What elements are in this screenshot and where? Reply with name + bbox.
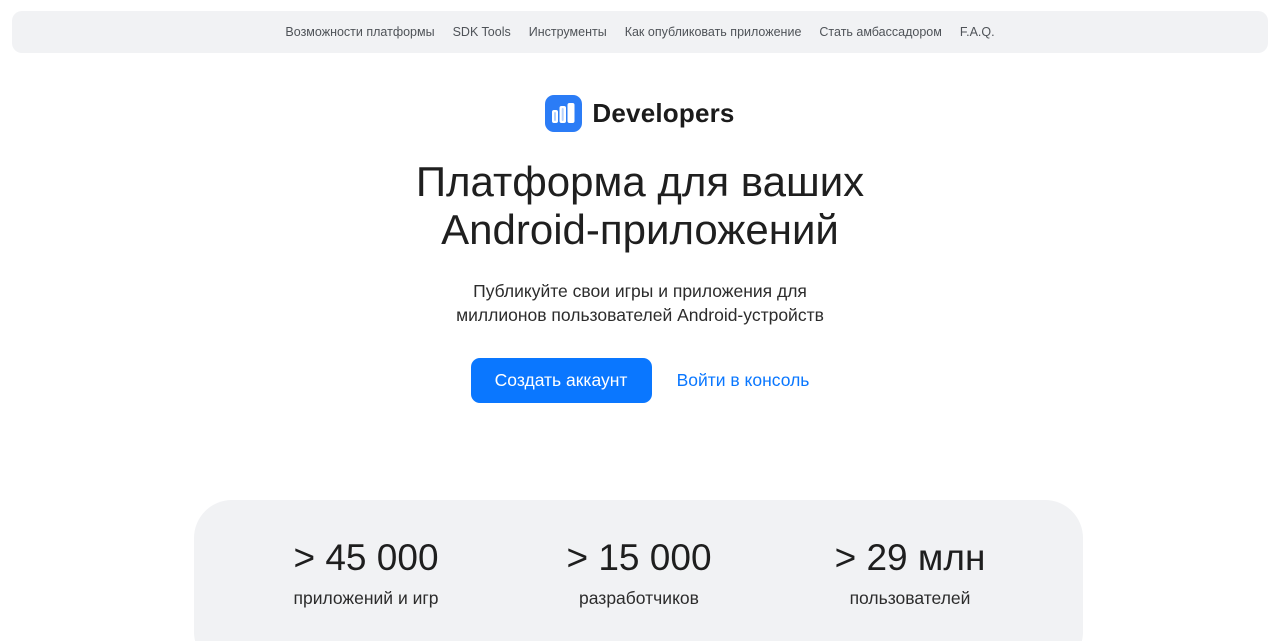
hero-subtitle-line-1: Публикуйте свои игры и приложения для [473,281,807,301]
nav-link-faq[interactable]: F.A.Q. [960,25,995,39]
hero-title-line-2: Android-приложений [441,206,839,253]
nav-link-ambassador[interactable]: Стать амбассадором [819,25,941,39]
stat-label: приложений и игр [293,588,439,608]
cta-group: Создать аккаунт Войти в консоль [0,358,1280,403]
hero-subtitle-line-2: миллионов пользователей Android-устройст… [456,305,824,325]
top-navigation: Возможности платформы SDK Tools Инструме… [12,11,1268,53]
stat-value: > 45 000 [293,537,439,578]
hero-subtitle: Публикуйте свои игры и приложения для ми… [0,279,1280,327]
stat-label: разработчиков [579,588,699,608]
nav-link-tools[interactable]: Инструменты [529,25,607,39]
hero-title: Платформа для ваших Android-приложений [0,158,1280,254]
stat-value: > 15 000 [566,537,712,578]
brand-header: Developers [0,95,1280,132]
stat-label: пользователей [849,588,971,608]
nav-link-sdk-tools[interactable]: SDK Tools [453,25,511,39]
nav-link-how-to-publish[interactable]: Как опубликовать приложение [625,25,802,39]
stats-panel: > 45 000 приложений и игр > 15 000 разра… [194,500,1083,641]
login-console-link[interactable]: Войти в консоль [677,370,810,391]
stat-users: > 29 млн пользователей [780,538,1040,609]
stat-developers: > 15 000 разработчиков [509,538,769,609]
hero-title-line-1: Платформа для ваших [415,158,865,205]
stat-value: > 29 млн [834,537,986,578]
create-account-button[interactable]: Создать аккаунт [470,358,652,403]
landing-page: Возможности платформы SDK Tools Инструме… [0,0,1280,641]
books-icon [545,95,583,132]
brand-name: Developers [592,98,735,128]
stat-apps: > 45 000 приложений и игр [236,538,496,609]
nav-link-platform-features[interactable]: Возможности платформы [285,25,434,39]
